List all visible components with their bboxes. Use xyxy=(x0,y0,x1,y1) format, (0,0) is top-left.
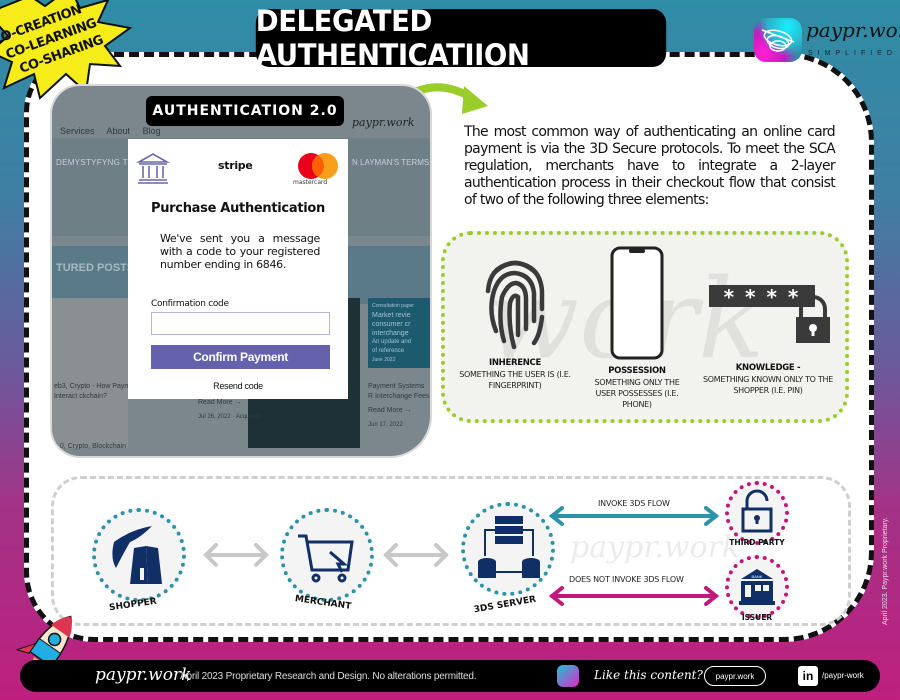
footer-brand: paypr.work xyxy=(95,665,192,685)
factor-desc: SOMETHING ONLY THE USER POSSESSES (I.E. … xyxy=(594,378,680,409)
teal-text: consumer cr xyxy=(372,321,411,328)
website-button[interactable]: paypr.work xyxy=(704,666,766,686)
nav-item[interactable]: Blog xyxy=(143,126,161,136)
bank-icon xyxy=(136,153,170,184)
post-meta: Jun 17, 2022 xyxy=(368,422,403,428)
purchase-auth-modal: stripe mastercard Purchase Authenticatio… xyxy=(128,139,348,399)
logo-tagline: SIMPLIFIED xyxy=(808,50,897,57)
hero-text: N LAYMAN'S TERMS xyxy=(352,158,430,167)
logo-wordmark: paypr.work xyxy=(806,18,900,42)
like-content-cta: Like this content? xyxy=(594,668,703,682)
hero-text: DEMYSTYFYNG T xyxy=(56,158,128,167)
factor-possession: POSSESSION SOMETHING ONLY THE USER POSSE… xyxy=(587,235,687,410)
factor-desc: SOMETHING THE USER IS (I.E. FINGERPRINT) xyxy=(459,370,571,390)
site-logo: paypr.work xyxy=(352,116,415,129)
resend-code-link[interactable]: Resend code xyxy=(128,381,348,391)
cart-icon xyxy=(298,534,354,583)
stripe-logo: stripe xyxy=(218,159,253,172)
teal-text: Consultation paper xyxy=(372,303,414,309)
linkedin-handle[interactable]: /paypr-work xyxy=(822,671,864,680)
modal-heading: Purchase Authentication xyxy=(151,201,325,216)
factor-knowledge: * * * * KNOWLEDGE - SOMETHING KNOWN ONLY… xyxy=(703,235,833,396)
confirmation-code-input[interactable] xyxy=(151,312,330,335)
unlocked-padlock-icon xyxy=(741,489,773,533)
factor-title: POSSESSION xyxy=(608,366,666,376)
nav-item[interactable]: Services xyxy=(60,126,95,136)
bank-sign: BANK xyxy=(752,574,763,579)
read-more-link[interactable]: Read More → xyxy=(368,406,412,416)
double-arrow-icon xyxy=(203,543,269,567)
factor-desc: SOMETHING KNOWN ONLY TO THE SHOPPER (I.E… xyxy=(703,375,833,395)
node-merchant xyxy=(280,508,374,602)
app-icon xyxy=(557,665,579,687)
teal-text: An update and xyxy=(372,339,412,345)
node-issuer: BANK xyxy=(725,555,789,619)
node-third-party xyxy=(725,481,789,545)
auth-factors-box: work INHERENCE SOMETHING THE USER IS (I.… xyxy=(441,231,849,423)
modal-message: We've sent you a message with a code to … xyxy=(160,232,320,271)
node-label: ISSUER xyxy=(741,613,773,622)
bank-building-icon: BANK xyxy=(739,569,775,605)
linkedin-icon[interactable]: in xyxy=(798,666,818,686)
post-title[interactable]: Payment Systems R Interchange Fees xyxy=(368,382,430,402)
post-thumb xyxy=(52,298,128,448)
factor-title: KNOWLEDGE - xyxy=(735,363,801,373)
brand-logo[interactable]: paypr.work SIMPLIFIED xyxy=(750,10,900,70)
read-more-link[interactable]: Read More → xyxy=(198,398,242,408)
teal-text: interchange xyxy=(372,330,409,337)
double-arrow-icon xyxy=(383,543,449,567)
node-3ds-server xyxy=(461,502,555,596)
padlock-icon xyxy=(796,295,830,343)
teal-text: Market revie xyxy=(372,312,411,319)
invoke-label: INVOKE 3DS FLOW xyxy=(598,499,670,508)
section-label: AUTHENTICATION 2.0 xyxy=(146,96,344,126)
no-invoke-label: DOES NOT INVOKE 3DS FLOW xyxy=(569,575,684,584)
footer-legal: April 2023 Proprietary Research and Desi… xyxy=(180,671,477,682)
factor-title: INHERENCE xyxy=(488,358,541,368)
factor-inherence: INHERENCE SOMETHING THE USER IS (I.E. FI… xyxy=(453,235,577,391)
node-shopper xyxy=(92,508,186,602)
featured-heading: TURED POSTS xyxy=(56,262,135,274)
logo-badge-icon xyxy=(754,18,802,62)
fingerprint-icon xyxy=(485,260,545,350)
post-thumb-teal: Consultation paper Market revie consumer… xyxy=(368,298,430,368)
post-meta: Jul 26, 2022 · Acquirers xyxy=(198,414,262,420)
mastercard-label: mastercard xyxy=(293,179,328,186)
node-label: THIRD PARTY xyxy=(729,538,785,547)
invoke-arrow-icon xyxy=(548,506,720,526)
pin-lock-icon: * * * * xyxy=(703,235,833,363)
side-copyright: April 2023. Paypr.work Proprietary. xyxy=(882,517,889,625)
phone-icon xyxy=(610,246,664,360)
intro-paragraph: The most common way of authenticating an… xyxy=(464,124,836,208)
shopper-icon xyxy=(112,526,162,584)
confirm-payment-button[interactable]: Confirm Payment xyxy=(151,345,330,369)
no-invoke-arrow-icon xyxy=(548,586,720,606)
server-icon xyxy=(478,516,540,578)
page-title: DELEGATED AUTHENTICATIION xyxy=(255,4,667,72)
confirmation-code-label: Confirmation code xyxy=(151,299,229,309)
site-nav: Services About Blog xyxy=(60,126,171,136)
post-meta: 3.0, Crypto, Blockchain xyxy=(54,443,126,450)
teal-text: of reference xyxy=(372,348,405,354)
teal-text: June 2022 xyxy=(372,357,396,363)
footer-bar: paypr.work April 2023 Proprietary Resear… xyxy=(20,660,880,692)
nav-item[interactable]: About xyxy=(107,126,131,136)
